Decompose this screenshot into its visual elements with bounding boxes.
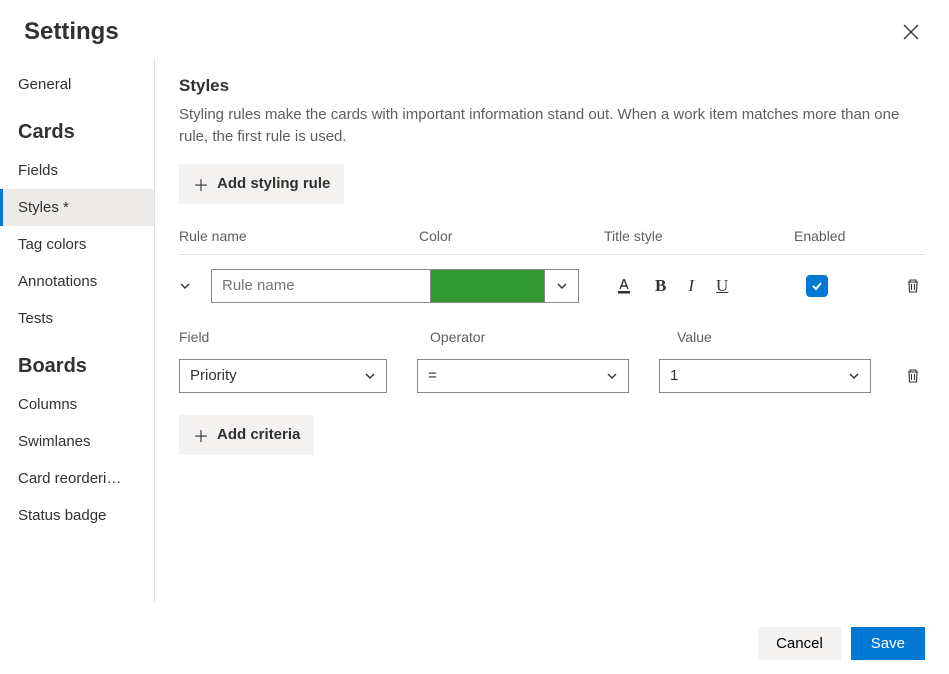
sidebar-item-fields[interactable]: Fields [0,152,154,189]
sidebar-section-cards: Cards [0,103,154,152]
criteria-field-value: Priority [190,367,237,384]
criteria-value-select[interactable]: 1 [659,359,871,393]
sidebar-item-status-badge[interactable]: Status badge [0,497,154,534]
criteria-operator-value: = [428,367,437,384]
section-title: Styles [179,76,925,96]
criteria-header-field: Field [179,329,430,345]
chevron-down-icon [556,280,568,292]
chevron-down-icon [606,370,618,382]
criteria-field-select[interactable]: Priority [179,359,387,393]
chevron-down-icon [848,370,860,382]
sidebar-item-swimlanes[interactable]: Swimlanes [0,423,154,460]
rule-name-input[interactable] [211,269,431,303]
trash-icon [905,368,921,384]
close-button[interactable] [897,18,925,46]
criteria-operator-select[interactable]: = [417,359,629,393]
sidebar: General Cards Fields Styles * Tag colors… [0,58,155,602]
column-header-color: Color [419,228,604,244]
column-header-enabled: Enabled [794,228,925,244]
sidebar-item-styles[interactable]: Styles * [0,189,154,226]
font-color-button[interactable] [611,273,637,299]
save-button[interactable]: Save [851,627,925,660]
criteria-header-value: Value [677,329,925,345]
sidebar-item-general[interactable]: General [0,66,154,103]
trash-icon [905,278,921,294]
chevron-down-icon [364,370,376,382]
sidebar-section-boards: Boards [0,337,154,386]
criteria-value-value: 1 [670,367,678,384]
delete-criteria-button[interactable] [901,364,925,388]
add-criteria-button[interactable]: ＋ Add criteria [179,415,314,455]
chevron-down-icon [179,280,191,292]
italic-button[interactable]: I [684,272,698,300]
delete-rule-button[interactable] [901,274,925,298]
cancel-button[interactable]: Cancel [758,627,841,660]
sidebar-item-annotations[interactable]: Annotations [0,263,154,300]
sidebar-item-tests[interactable]: Tests [0,300,154,337]
close-icon [903,24,919,40]
add-styling-rule-label: Add styling rule [217,175,330,192]
section-description: Styling rules make the cards with import… [179,104,925,148]
plus-icon: ＋ [193,423,209,447]
criteria-header-operator: Operator [430,329,677,345]
column-header-rulename: Rule name [179,228,419,244]
page-title: Settings [24,18,119,46]
enabled-checkbox[interactable] [806,275,828,297]
check-icon [810,279,824,293]
add-criteria-label: Add criteria [217,426,300,443]
sidebar-item-columns[interactable]: Columns [0,386,154,423]
underline-button[interactable]: U [712,272,732,300]
column-header-titlestyle: Title style [604,228,794,244]
color-swatch[interactable] [431,269,545,303]
font-color-icon [615,277,633,295]
sidebar-item-card-reordering[interactable]: Card reorderi… [0,460,154,497]
expand-rule-toggle[interactable] [179,280,211,292]
color-dropdown[interactable] [545,269,579,303]
plus-icon: ＋ [193,172,209,196]
add-styling-rule-button[interactable]: ＋ Add styling rule [179,164,344,204]
sidebar-item-tag-colors[interactable]: Tag colors [0,226,154,263]
main-panel: Styles Styling rules make the cards with… [155,58,949,602]
bold-button[interactable]: B [651,272,670,300]
